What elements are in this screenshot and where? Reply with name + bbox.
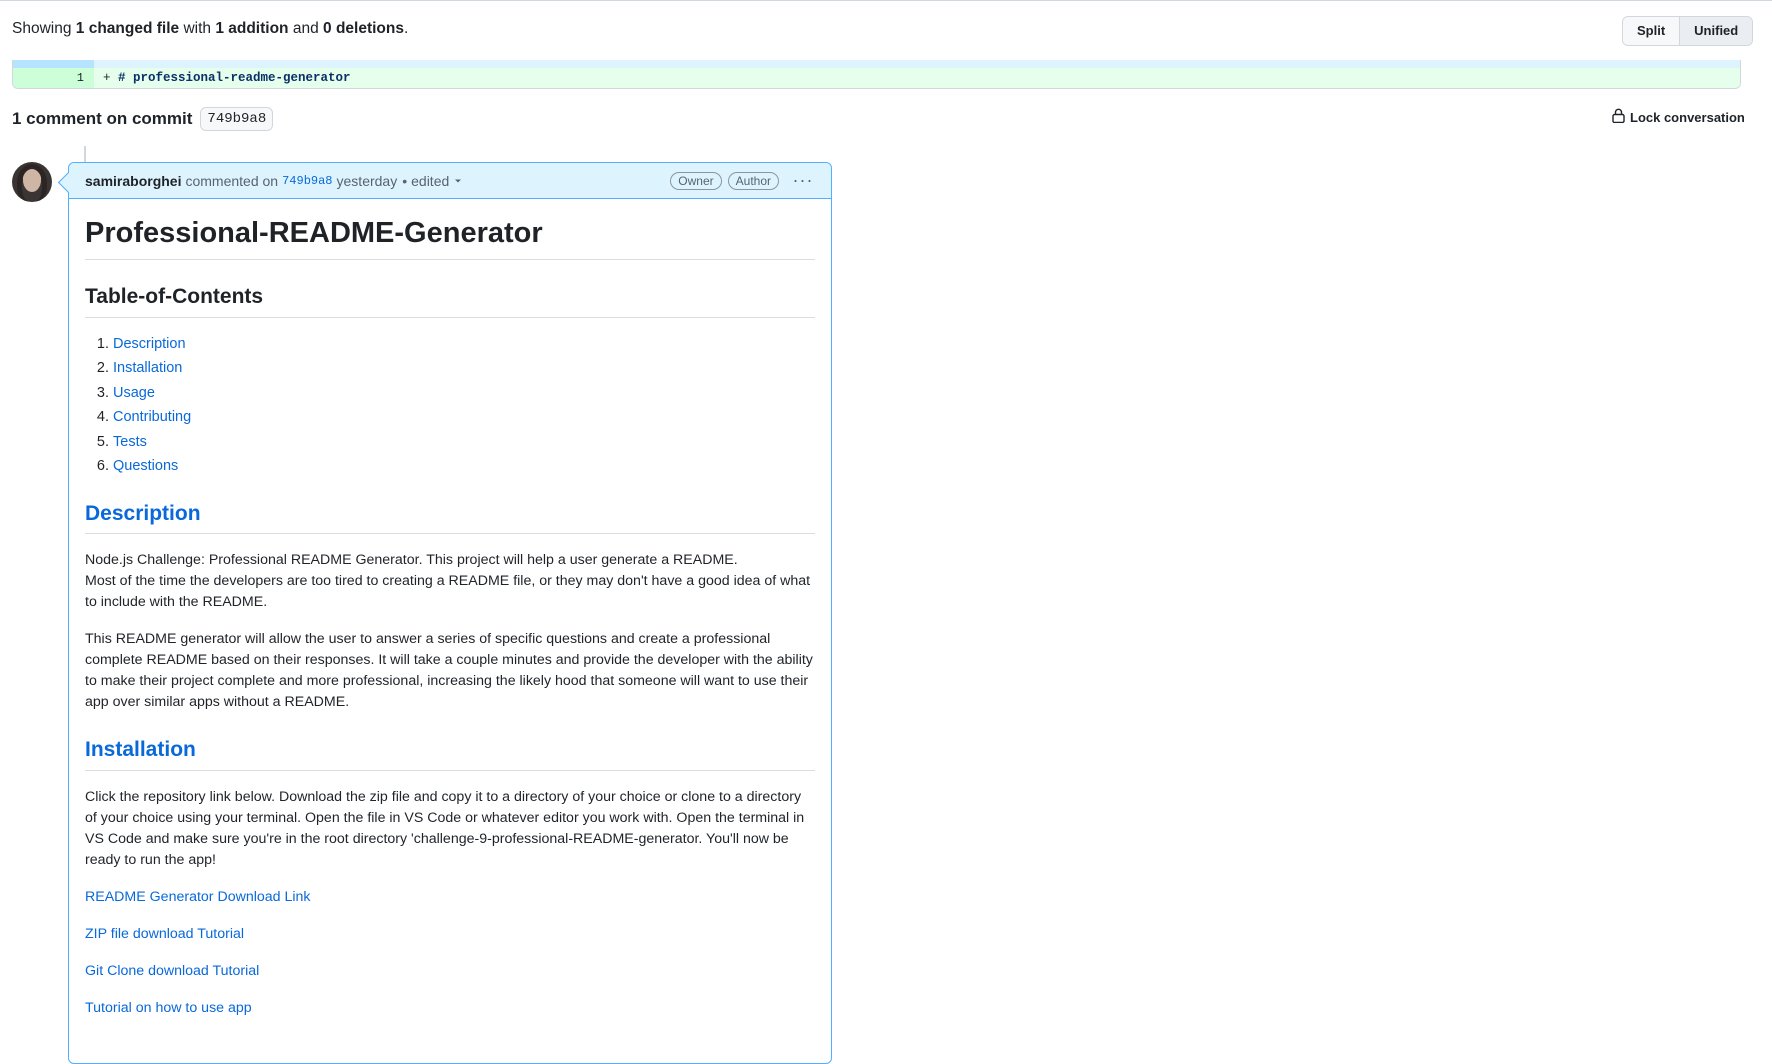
comment-header: samiraborghei commented on 749b9a8 yeste…	[69, 163, 831, 199]
diff-hunk-header[interactable]	[13, 60, 1740, 68]
toc-item: Usage	[113, 383, 815, 404]
diff-view: 1 + # professional-readme-generator	[12, 60, 1741, 89]
zip-download-tutorial-link[interactable]: ZIP file download Tutorial	[85, 926, 244, 942]
comments-title: 1 comment on commit	[12, 109, 193, 128]
installation-heading[interactable]: Installation	[85, 737, 815, 771]
toc-item: Questions	[113, 456, 815, 477]
description-line-1: Node.js Challenge: Professional README G…	[85, 552, 738, 569]
lock-icon	[1612, 108, 1625, 126]
kebab-menu-icon[interactable]: ···	[791, 170, 815, 191]
avatar[interactable]	[12, 162, 52, 202]
toc-item: Installation	[113, 358, 815, 379]
toc-link-tests[interactable]: Tests	[113, 434, 147, 450]
toc-link-contributing[interactable]: Contributing	[113, 409, 191, 425]
edited-dropdown[interactable]: edited	[411, 173, 463, 189]
link-paragraph: Git Clone download Tutorial	[85, 961, 815, 982]
summary-changed-count: 1 changed file	[75, 20, 180, 37]
app-usage-tutorial-link[interactable]: Tutorial on how to use app	[85, 1000, 252, 1016]
description-paragraph-1: Node.js Challenge: Professional README G…	[85, 550, 815, 613]
toc-item: Description	[113, 334, 815, 355]
comment-action: commented on	[185, 172, 279, 189]
comment-header-actions: Owner Author ···	[670, 170, 815, 191]
summary-and: and	[288, 20, 324, 37]
comment-time[interactable]: yesterday	[337, 173, 398, 189]
summary-with: with	[179, 20, 216, 37]
split-view-button[interactable]: Split	[1623, 17, 1680, 45]
expand-hunk-button[interactable]	[13, 60, 94, 68]
lock-conversation-button[interactable]: Lock conversation	[1612, 108, 1745, 126]
toc-heading: Table-of-Contents	[85, 284, 815, 318]
top-divider	[0, 0, 1772, 1]
toc-link-installation[interactable]: Installation	[113, 360, 182, 376]
author-badge: Author	[727, 171, 779, 190]
diff-line-content: # professional-readme-generator	[118, 71, 351, 85]
toc-link-description[interactable]: Description	[113, 336, 186, 352]
diff-added-line: 1 + # professional-readme-generator	[13, 68, 1740, 88]
line-number[interactable]: 1	[13, 68, 94, 88]
diff-code: + # professional-readme-generator	[103, 68, 351, 88]
commit-sha-box: 749b9a8	[200, 107, 274, 131]
summary-suffix: .	[403, 20, 409, 37]
unified-view-button[interactable]: Unified	[1679, 17, 1753, 45]
diff-view-toggle: Split Unified	[1622, 16, 1754, 46]
commit-comment: samiraborghei commented on 749b9a8 yeste…	[68, 162, 832, 1064]
summary-deletions: 0 deletions	[323, 20, 404, 37]
git-clone-tutorial-link[interactable]: Git Clone download Tutorial	[85, 963, 259, 979]
toc-link-questions[interactable]: Questions	[113, 458, 178, 474]
toc-list: Description Installation Usage Contribut…	[85, 334, 815, 478]
toc-item: Contributing	[113, 407, 815, 428]
comment-body: Professional-README-Generator Table-of-C…	[69, 199, 831, 1051]
summary-prefix: Showing	[12, 20, 76, 37]
comment-separator: •	[402, 172, 408, 189]
chevron-down-icon	[453, 173, 463, 189]
diff-add-marker: +	[103, 71, 119, 85]
owner-badge: Owner	[670, 171, 722, 190]
toc-link-usage[interactable]: Usage	[113, 385, 155, 401]
edited-label: edited	[411, 172, 450, 189]
description-line-2: Most of the time the developers are too …	[85, 573, 811, 611]
diff-summary: Showing 1 changed file with 1 addition a…	[12, 20, 408, 38]
link-paragraph: README Generator Download Link	[85, 887, 815, 908]
summary-additions: 1 addition	[215, 20, 289, 37]
comment-commit-sha[interactable]: 749b9a8	[282, 174, 332, 188]
avatar-hair	[17, 164, 47, 202]
link-paragraph: Tutorial on how to use app	[85, 998, 815, 1019]
readme-generator-download-link[interactable]: README Generator Download Link	[85, 889, 311, 905]
link-paragraph: ZIP file download Tutorial	[85, 924, 815, 945]
description-heading[interactable]: Description	[85, 501, 815, 535]
description-paragraph-2: This README generator will allow the use…	[85, 631, 813, 711]
comment-author[interactable]: samiraborghei	[85, 173, 181, 189]
comments-heading: 1 comment on commit 749b9a8	[12, 107, 274, 131]
toc-item: Tests	[113, 432, 815, 453]
installation-paragraph: Click the repository link below. Downloa…	[85, 788, 805, 868]
lock-conversation-label: Lock conversation	[1630, 109, 1745, 125]
readme-title: Professional-README-Generator	[85, 215, 815, 261]
